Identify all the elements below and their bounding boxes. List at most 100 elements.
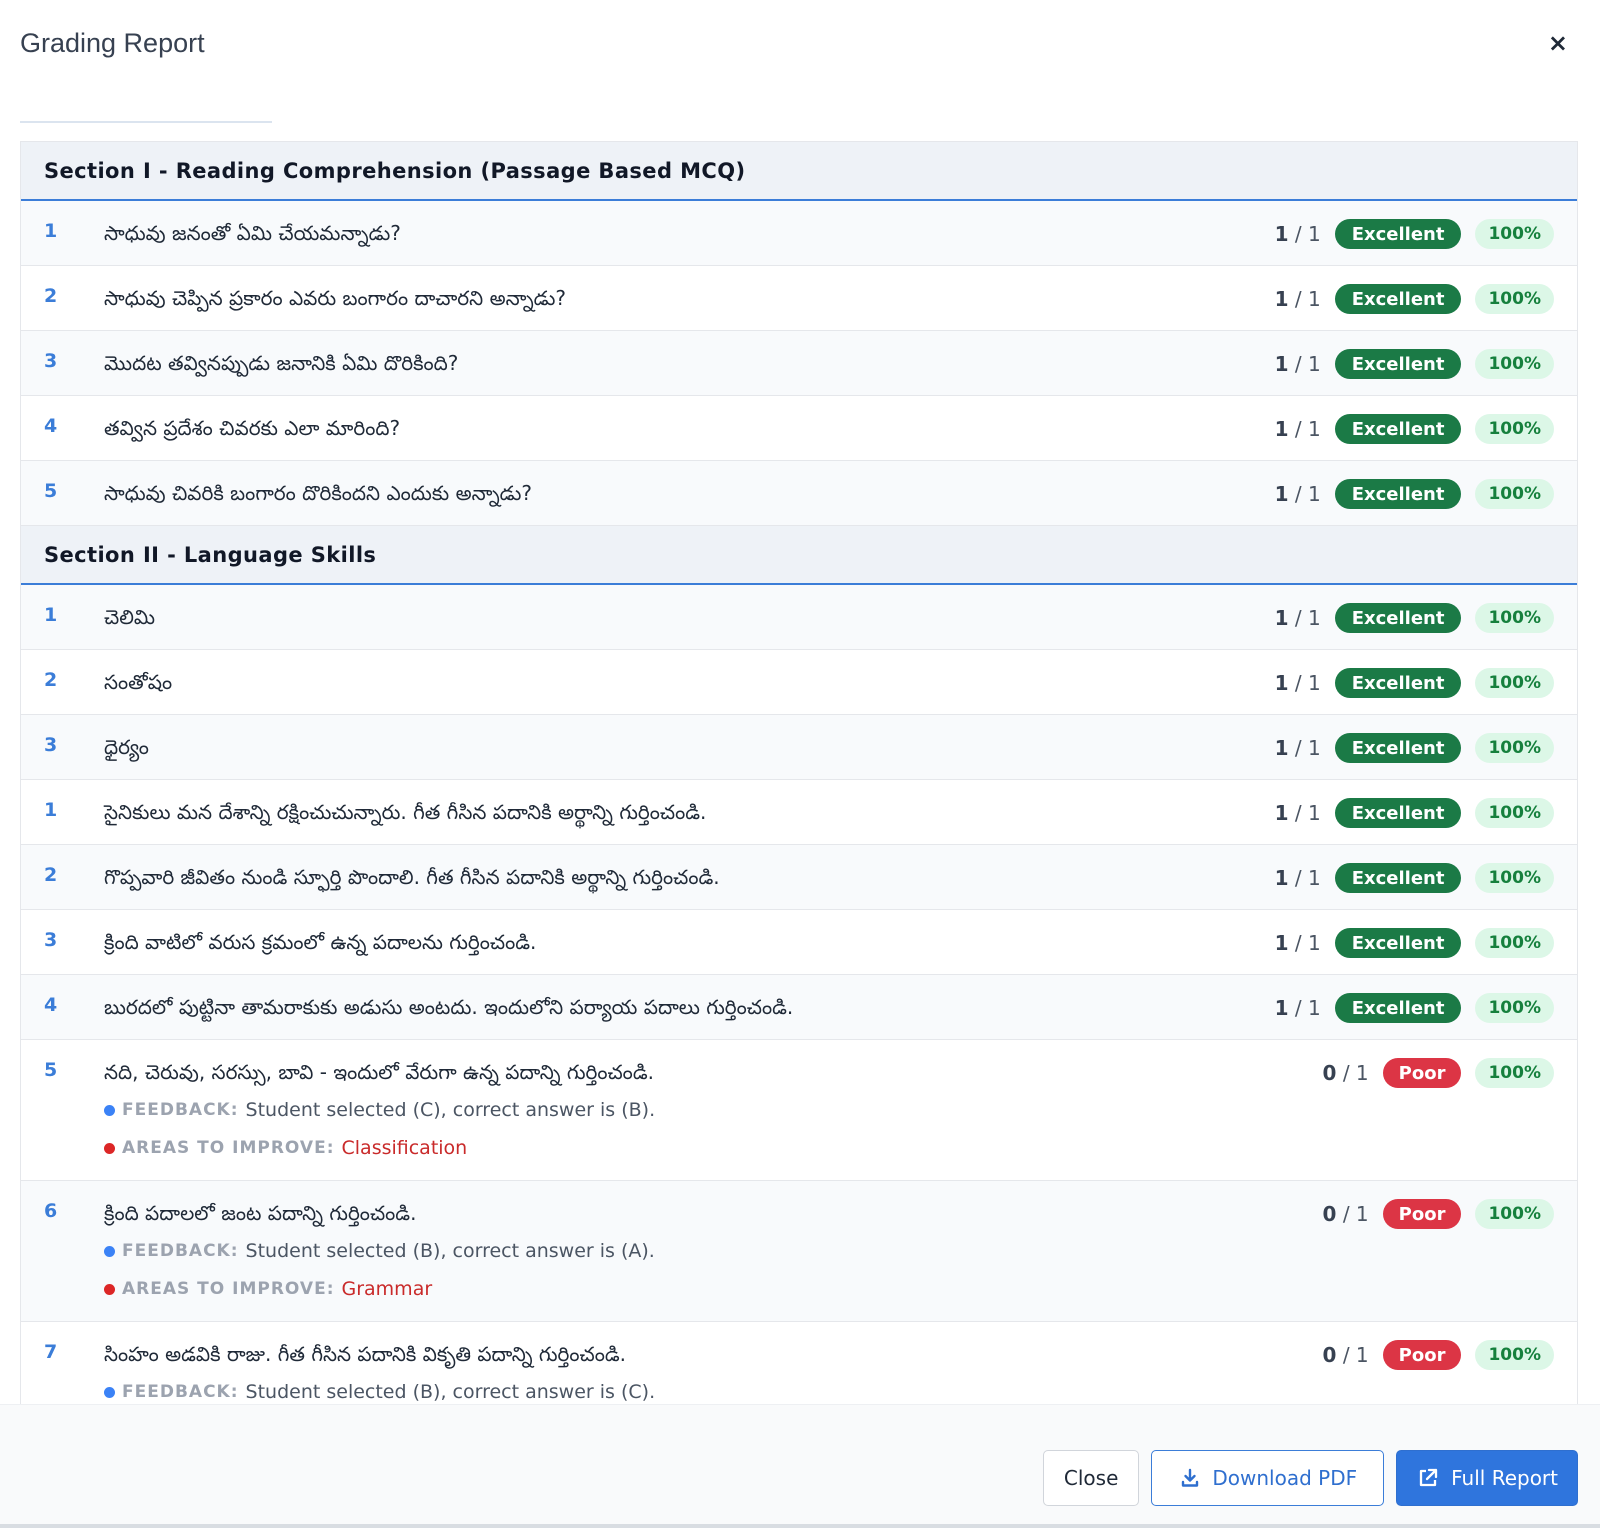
score-max: 1 (1307, 996, 1321, 1020)
question-content: ధైర్యం (104, 715, 1275, 779)
score-group: 1 / 1 Excellent 100% (1275, 585, 1577, 649)
question-row: 7 సింహం అడవికి రాజు. గీత గీసిన పదానికి వి… (21, 1322, 1577, 1404)
score: 1 / 1 (1275, 993, 1321, 1023)
question-row: 3 ధైర్యం 1 / 1 Excellent 100% (21, 715, 1577, 780)
score-separator: / (1294, 352, 1302, 376)
grade-badge: Poor (1382, 1340, 1462, 1370)
score-separator: / (1294, 417, 1302, 441)
score-separator: / (1294, 222, 1302, 246)
score-value: 1 (1274, 287, 1289, 311)
score-group: 1 / 1 Excellent 100% (1275, 461, 1577, 525)
score-separator: / (1294, 671, 1302, 695)
feedback-line: FEEDBACK: Student selected (B), correct a… (104, 1237, 1323, 1265)
areas-to-improve-text: Classification (341, 1137, 468, 1159)
score-value: 1 (1274, 671, 1289, 695)
question-content: మొదట తవ్వినప్పుడు జనానికి ఏమి దొరికింది? (104, 331, 1275, 395)
grade-badge: Excellent (1334, 603, 1462, 633)
score: 1 / 1 (1275, 349, 1321, 379)
score: 1 / 1 (1275, 733, 1321, 763)
question-content: సంతోషం (104, 650, 1275, 714)
question-row: 1 చెలిమి 1 / 1 Excellent 100% (21, 585, 1577, 650)
question-row: 2 గొప్పవారి జీవితం నుండి స్ఫూర్తి పొందాలి… (21, 845, 1577, 910)
question-content: సాధువు జనంతో ఏమి చేయమన్నాడు? (104, 201, 1275, 265)
question-row: 3 మొదట తవ్వినప్పుడు జనానికి ఏమి దొరికింది… (21, 331, 1577, 396)
question-number: 7 (44, 1341, 58, 1363)
question-row: 5 సాధువు చివరికి బంగారం దొరికిందని ఎందుకు… (21, 461, 1577, 526)
modal-header: Grading Report × (0, 0, 1600, 86)
percentage-badge: 100% (1475, 219, 1554, 249)
percentage-badge: 100% (1475, 479, 1554, 509)
score-group: 1 / 1 Excellent 100% (1275, 396, 1577, 460)
section-header: Section II - Language Skills (21, 526, 1577, 585)
score-separator: / (1294, 606, 1302, 630)
download-pdf-label: Download PDF (1212, 1466, 1358, 1490)
feedback-text: Student selected (B), correct answer is … (245, 1381, 656, 1403)
score: 1 / 1 (1275, 414, 1321, 444)
percentage-badge: 100% (1475, 798, 1554, 828)
score-value: 1 (1274, 222, 1289, 246)
areas-to-improve-line: AREAS TO IMPROVE: Grammar (104, 1275, 1323, 1303)
grade-badge: Excellent (1334, 349, 1462, 379)
grade-badge: Excellent (1334, 733, 1462, 763)
areas-to-improve-text: Grammar (341, 1278, 433, 1300)
areas-to-improve-line: AREAS TO IMPROVE: Classification (104, 1134, 1323, 1162)
question-number: 6 (44, 1200, 58, 1222)
score-separator: / (1294, 287, 1302, 311)
modal-body[interactable]: Section I - Reading Comprehension (Passa… (0, 86, 1600, 1404)
score-group: 1 / 1 Excellent 100% (1275, 266, 1577, 330)
score-group: 1 / 1 Excellent 100% (1275, 715, 1577, 779)
tab-underline (20, 121, 272, 123)
question-content: గొప్పవారి జీవితం నుండి స్ఫూర్తి పొందాలి.… (104, 845, 1275, 909)
question-row: 5 నది, చెరువు, సరస్సు, బావి - ఇందులో వేరు… (21, 1040, 1577, 1181)
question-row: 3 క్రింది వాటిలో వరుస క్రమంలో ఉన్న పదాలను… (21, 910, 1577, 975)
question-number: 5 (44, 480, 58, 502)
report-table: Section I - Reading Comprehension (Passa… (20, 141, 1578, 1404)
score-value: 1 (1274, 866, 1289, 890)
question-text: సింహం అడవికి రాజు. గీత గీసిన పదానికి విక… (104, 1342, 627, 1366)
question-number: 3 (44, 350, 58, 372)
question-content: తవ్విన ప్రదేశం చివరకు ఎలా మారింది? (104, 396, 1275, 460)
question-text: క్రింది వాటిలో వరుస క్రమంలో ఉన్న పదాలను … (104, 930, 537, 954)
score-max: 1 (1307, 352, 1321, 376)
score-max: 1 (1355, 1061, 1369, 1085)
question-number: 2 (44, 864, 58, 886)
full-report-button[interactable]: Full Report (1396, 1450, 1578, 1506)
score-separator: / (1342, 1202, 1350, 1226)
score-value: 1 (1274, 352, 1289, 376)
score: 1 / 1 (1275, 928, 1321, 958)
question-text: తవ్విన ప్రదేశం చివరకు ఎలా మారింది? (104, 416, 401, 440)
score-value: 1 (1274, 606, 1289, 630)
score: 1 / 1 (1275, 219, 1321, 249)
grade-badge: Poor (1382, 1199, 1462, 1229)
feedback-label: FEEDBACK: (122, 1382, 239, 1402)
question-text: సాధువు చెప్పిన ప్రకారం ఎవరు బంగారం దాచార… (104, 286, 566, 310)
score-value: 1 (1274, 417, 1289, 441)
question-number: 4 (44, 994, 58, 1016)
question-number: 4 (44, 415, 58, 437)
areas-to-improve-label: AREAS TO IMPROVE: (122, 1138, 335, 1158)
question-text: నది, చెరువు, సరస్సు, బావి - ఇందులో వేరుగ… (104, 1060, 654, 1084)
score-max: 1 (1307, 222, 1321, 246)
close-icon[interactable]: × (1548, 31, 1568, 55)
question-number: 1 (44, 220, 58, 242)
question-number: 1 (44, 604, 58, 626)
question-content: క్రింది పదాలలో జంట పదాన్ని గుర్తించండి. F… (104, 1181, 1323, 1321)
download-pdf-button[interactable]: Download PDF (1151, 1450, 1385, 1506)
question-row: 2 సంతోషం 1 / 1 Excellent 100% (21, 650, 1577, 715)
question-content: సింహం అడవికి రాజు. గీత గీసిన పదానికి విక… (104, 1322, 1323, 1404)
grade-badge: Excellent (1334, 993, 1462, 1023)
score: 0 / 1 (1323, 1058, 1369, 1088)
score: 1 / 1 (1275, 479, 1321, 509)
score-value: 1 (1274, 482, 1289, 506)
score-group: 0 / 1 Poor 100% (1323, 1322, 1577, 1404)
question-content: క్రింది వాటిలో వరుస క్రమంలో ఉన్న పదాలను … (104, 910, 1275, 974)
percentage-badge: 100% (1475, 284, 1554, 314)
score-value: 0 (1322, 1061, 1337, 1085)
download-icon (1180, 1468, 1200, 1488)
score-value: 0 (1322, 1343, 1337, 1367)
question-number: 1 (44, 799, 58, 821)
score-separator: / (1294, 996, 1302, 1020)
question-text: సాధువు చివరికి బంగారం దొరికిందని ఎందుకు … (104, 481, 533, 505)
close-button[interactable]: Close (1042, 1450, 1140, 1506)
grade-badge: Excellent (1334, 863, 1462, 893)
